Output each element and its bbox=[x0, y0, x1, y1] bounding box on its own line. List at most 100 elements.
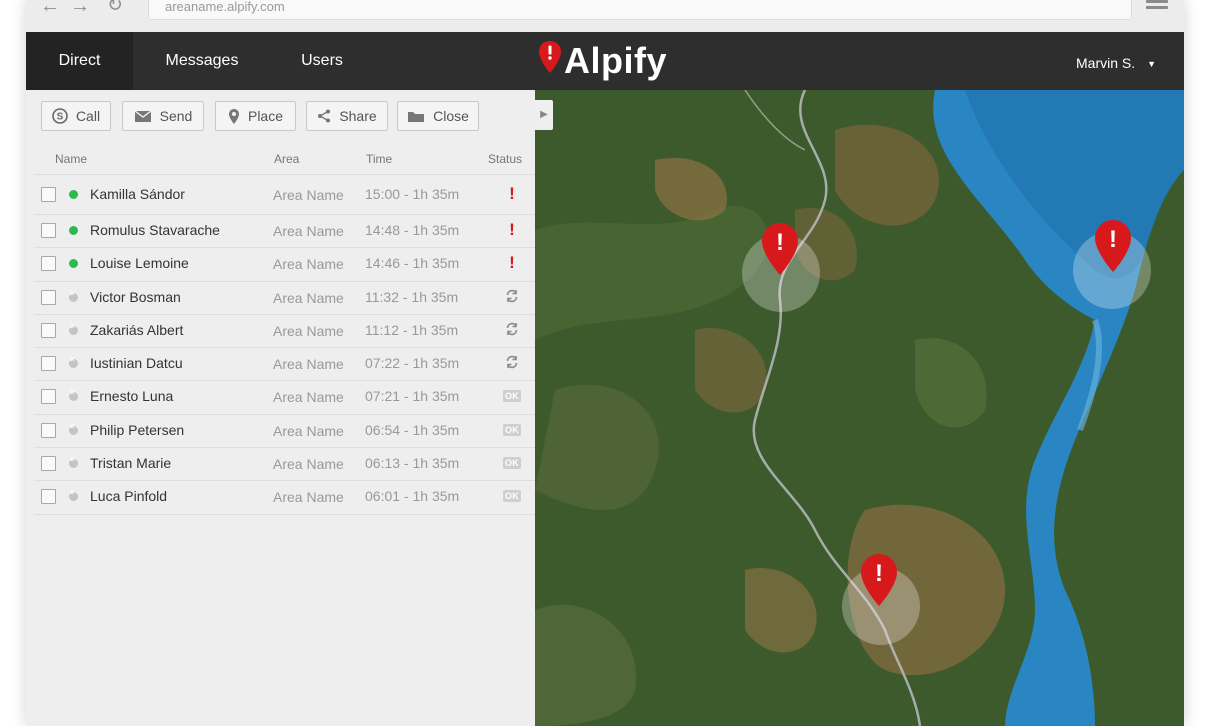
offline-status-dot bbox=[69, 355, 78, 369]
column-header-time[interactable]: Time bbox=[366, 152, 392, 166]
offline-status-dot bbox=[69, 455, 78, 469]
offline-status-dot bbox=[69, 488, 78, 502]
location-pin-icon bbox=[228, 108, 239, 124]
time-cell: 15:00 - 1h 35m bbox=[365, 186, 460, 202]
table-row[interactable]: Ernesto Luna Area Name 07:21 - 1h 35m OK bbox=[34, 381, 535, 415]
user-name: Marvin S. bbox=[1076, 55, 1136, 71]
share-label: Share bbox=[339, 108, 377, 124]
table-row[interactable]: Romulus Stavarache Area Name 14:48 - 1h … bbox=[34, 215, 535, 249]
time-cell: 07:21 - 1h 35m bbox=[365, 388, 460, 405]
area-cell: Area Name bbox=[273, 389, 344, 406]
online-status-dot bbox=[69, 190, 78, 199]
satellite-map[interactable]: ! ! ! bbox=[535, 90, 1184, 726]
reload-icon[interactable]: ↻ bbox=[105, 0, 125, 16]
time-cell: 11:12 - 1h 35m bbox=[365, 321, 459, 338]
table-row[interactable]: Iustinian Datcu Area Name 07:22 - 1h 35m bbox=[34, 348, 535, 382]
browser-menu-icon[interactable] bbox=[1146, 0, 1168, 16]
offline-status-dot bbox=[69, 422, 78, 435]
row-checkbox[interactable] bbox=[41, 489, 56, 505]
column-header-status[interactable]: Status bbox=[488, 152, 522, 166]
user-name-cell: Iustinian Datcu bbox=[90, 355, 183, 372]
table-header: Name Area Time Status bbox=[26, 146, 535, 172]
area-cell: Area Name bbox=[273, 223, 344, 239]
back-icon[interactable]: ← bbox=[40, 0, 60, 16]
row-checkbox[interactable] bbox=[41, 256, 56, 272]
status-cell: OK bbox=[501, 420, 523, 438]
row-checkbox[interactable] bbox=[41, 289, 56, 305]
ok-status-badge: OK bbox=[502, 490, 522, 503]
send-button[interactable]: Send bbox=[122, 101, 204, 131]
status-cell: ! bbox=[501, 220, 523, 240]
users-panel: S Call Send Place Share Close Name Area … bbox=[26, 90, 535, 726]
offline-status-dot bbox=[69, 289, 78, 302]
user-name-cell: Victor Bosman bbox=[90, 288, 181, 305]
column-header-area[interactable]: Area bbox=[274, 152, 299, 166]
alert-marker-icon[interactable]: ! bbox=[1093, 218, 1133, 274]
envelope-icon bbox=[134, 109, 152, 122]
status-cell bbox=[501, 320, 523, 341]
area-cell: Area Name bbox=[273, 256, 344, 273]
collapse-panel-button[interactable]: ▶ bbox=[535, 100, 553, 130]
offline-status-dot bbox=[69, 322, 78, 335]
share-button[interactable]: Share bbox=[306, 101, 388, 131]
ok-status-badge: OK bbox=[502, 390, 522, 403]
svg-text:!: ! bbox=[1109, 226, 1117, 253]
alert-marker-icon[interactable]: ! bbox=[859, 552, 899, 608]
logo-pin-icon bbox=[539, 41, 561, 73]
ok-status-badge: OK bbox=[502, 423, 522, 436]
alert-status-icon: ! bbox=[509, 184, 515, 203]
status-cell: ! bbox=[501, 253, 523, 273]
table-row[interactable]: Luca Pinfold Area Name 06:01 - 1h 35m OK bbox=[34, 481, 535, 515]
sync-status-icon bbox=[506, 355, 518, 369]
sync-status-icon bbox=[506, 289, 518, 302]
table-row[interactable]: Tristan Marie Area Name 06:13 - 1h 35m O… bbox=[34, 448, 535, 482]
row-checkbox[interactable] bbox=[41, 187, 56, 202]
status-cell: OK bbox=[501, 386, 523, 404]
table-row[interactable]: Louise Lemoine Area Name 14:46 - 1h 35m … bbox=[34, 248, 535, 282]
user-name-cell: Tristan Marie bbox=[90, 455, 172, 472]
row-checkbox[interactable] bbox=[41, 322, 56, 338]
area-cell: Area Name bbox=[273, 289, 344, 306]
column-header-name[interactable]: Name bbox=[55, 152, 87, 166]
call-button[interactable]: S Call bbox=[41, 101, 111, 131]
tab-messages[interactable]: Messages bbox=[146, 32, 258, 90]
send-label: Send bbox=[159, 108, 193, 124]
row-checkbox[interactable] bbox=[41, 389, 56, 405]
app-navbar: Direct Messages Users Alpify Marvin S. ▼ bbox=[26, 32, 1184, 90]
table-row[interactable]: Kamilla Sándor Area Name 15:00 - 1h 35m … bbox=[34, 174, 535, 215]
row-checkbox[interactable] bbox=[41, 456, 56, 472]
tab-users[interactable]: Users bbox=[284, 32, 360, 90]
ok-status-badge: OK bbox=[502, 457, 522, 470]
online-status-dot bbox=[69, 226, 78, 235]
table-row[interactable]: Victor Bosman Area Name 11:32 - 1h 35m bbox=[34, 282, 535, 315]
user-name-cell: Zakariás Albert bbox=[90, 321, 184, 338]
time-cell: 06:13 - 1h 35m bbox=[365, 455, 460, 472]
row-checkbox[interactable] bbox=[41, 422, 56, 438]
place-button[interactable]: Place bbox=[215, 101, 296, 131]
time-cell: 07:22 - 1h 35m bbox=[365, 355, 460, 372]
row-checkbox[interactable] bbox=[41, 223, 56, 238]
row-checkbox[interactable] bbox=[41, 356, 56, 372]
user-name-cell: Kamilla Sándor bbox=[90, 186, 185, 202]
area-cell: Area Name bbox=[273, 322, 344, 339]
status-cell: ! bbox=[501, 184, 523, 204]
address-bar[interactable]: areaname.alpify.com bbox=[148, 0, 1132, 20]
svg-text:!: ! bbox=[875, 560, 883, 587]
forward-icon[interactable]: → bbox=[70, 0, 90, 16]
table-row[interactable]: Philip Petersen Area Name 06:54 - 1h 35m… bbox=[34, 415, 535, 449]
table-row[interactable]: Zakariás Albert Area Name 11:12 - 1h 35m bbox=[34, 315, 535, 349]
alert-marker-icon[interactable]: ! bbox=[760, 221, 800, 277]
user-name-cell: Louise Lemoine bbox=[90, 255, 189, 272]
alert-status-icon: ! bbox=[509, 220, 515, 239]
tab-direct[interactable]: Direct bbox=[26, 32, 133, 90]
svg-text:S: S bbox=[57, 112, 64, 123]
browser-chrome: ← → ↻ areaname.alpify.com bbox=[26, 0, 1184, 32]
users-table: Kamilla Sándor Area Name 15:00 - 1h 35m … bbox=[34, 174, 535, 515]
close-button[interactable]: Close bbox=[397, 101, 479, 131]
call-label: Call bbox=[75, 108, 101, 124]
user-name-cell: Romulus Stavarache bbox=[90, 222, 220, 238]
time-cell: 11:32 - 1h 35m bbox=[365, 288, 459, 305]
share-icon bbox=[318, 109, 331, 123]
time-cell: 14:48 - 1h 35m bbox=[365, 222, 460, 238]
user-menu[interactable]: Marvin S. ▼ bbox=[1076, 32, 1156, 90]
